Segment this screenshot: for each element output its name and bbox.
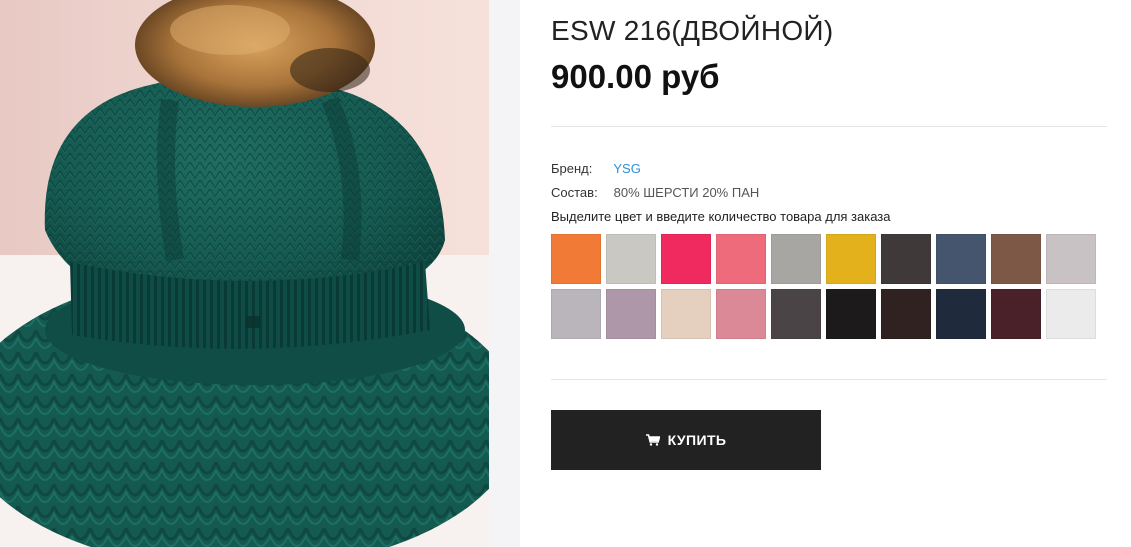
brand-row: Бренд: YSG: [551, 161, 641, 176]
buy-button[interactable]: КУПИТЬ: [551, 410, 821, 470]
color-swatch[interactable]: [881, 289, 931, 339]
composition-label: Состав:: [551, 185, 598, 200]
product-image-pane: [0, 0, 520, 547]
color-swatch[interactable]: [716, 234, 766, 284]
color-swatch[interactable]: [661, 234, 711, 284]
color-swatch[interactable]: [881, 234, 931, 284]
divider: [551, 126, 1107, 127]
composition-row: Состав: 80% ШЕРСТИ 20% ПАН: [551, 185, 759, 200]
color-swatch[interactable]: [551, 289, 601, 339]
color-swatch[interactable]: [1046, 289, 1096, 339]
cart-icon: [645, 434, 660, 446]
color-swatch-grid: [551, 234, 1111, 339]
divider: [551, 379, 1107, 380]
hat-photo-illustration: [0, 0, 489, 547]
color-swatch[interactable]: [661, 289, 711, 339]
brand-label: Бренд:: [551, 161, 593, 176]
color-selection-hint: Выделите цвет и введите количество товар…: [551, 209, 891, 224]
color-swatch[interactable]: [606, 289, 656, 339]
color-swatch[interactable]: [826, 234, 876, 284]
color-swatch[interactable]: [936, 289, 986, 339]
brand-link[interactable]: YSG: [613, 161, 640, 176]
product-price: 900.00 руб: [551, 58, 720, 95]
color-swatch[interactable]: [771, 234, 821, 284]
color-swatch[interactable]: [991, 234, 1041, 284]
color-swatch[interactable]: [826, 289, 876, 339]
color-swatch[interactable]: [991, 289, 1041, 339]
product-photo[interactable]: [0, 0, 489, 547]
color-swatch[interactable]: [1046, 234, 1096, 284]
color-swatch[interactable]: [936, 234, 986, 284]
color-swatch[interactable]: [716, 289, 766, 339]
composition-value: 80% ШЕРСТИ 20% ПАН: [613, 185, 760, 200]
product-title: ESW 216(ДВОЙНОЙ): [551, 15, 834, 46]
color-swatch[interactable]: [551, 234, 601, 284]
color-swatch[interactable]: [606, 234, 656, 284]
color-swatch[interactable]: [771, 289, 821, 339]
buy-button-label: КУПИТЬ: [667, 432, 727, 448]
